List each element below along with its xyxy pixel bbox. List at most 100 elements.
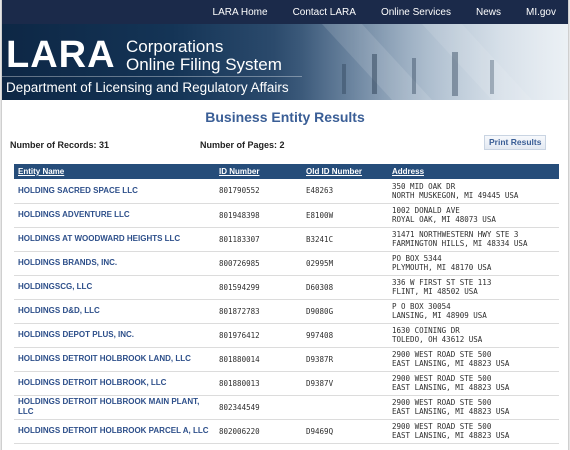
address-line-1: PO BOX 5344 <box>392 254 442 263</box>
address-line-2: EAST LANSING, MI 48823 USA <box>392 431 510 440</box>
id-number-cell: 801880014 <box>219 354 260 364</box>
entity-name-cell: HOLDINGS DEPOT PLUS, INC. <box>14 323 215 347</box>
table-row: HOLDINGS DEPOT PLUS, INC. 801976412 997408… <box>14 323 559 347</box>
address-line-2: LANSING, MI 48909 USA <box>392 311 487 320</box>
nav-online-services-link[interactable]: Online Services <box>381 7 451 18</box>
banner-department-name: Department of Licensing and Regulatory A… <box>6 80 289 95</box>
address-cell: 336 W FIRST ST STE 113 FLINT, MI 48502 US… <box>388 275 559 299</box>
table-row: HOLDINGS DETROIT HOLBROOK PARCEL A, LLC 8… <box>14 419 559 443</box>
id-number-cell: 801976412 <box>219 330 260 340</box>
old-id-number-cell: 997408 <box>306 330 334 340</box>
id-number-cell: 801790552 <box>219 186 260 196</box>
table-row: HOLDINGS AT WOODWARD HEIGHTS LLC 80118330… <box>14 227 559 251</box>
results-table-body: HOLDING SACRED SPACE LLC 801790552 E48263 3… <box>14 179 559 443</box>
entity-name-link[interactable]: HOLDINGSCG, LLC <box>18 282 92 291</box>
id-number-cell: 800726985 <box>219 258 260 268</box>
old-id-number-cell <box>302 395 388 419</box>
address-line-1: 2900 WEST ROAD STE 500 <box>392 374 492 383</box>
entity-name-cell: HOLDINGS DETROIT HOLBROOK, LLC <box>14 371 215 395</box>
address-line-1: 2900 WEST ROAD STE 500 <box>392 422 492 431</box>
old-id-number-cell: D9080G <box>306 306 334 316</box>
address-cell: PO BOX 5344 PLYMOUTH, MI 48170 USA <box>388 251 559 275</box>
id-number-cell: 801880013 <box>219 378 260 388</box>
banner-photo-decoration <box>302 24 568 100</box>
entity-name-link[interactable]: HOLDINGS DETROIT HOLBROOK PARCEL A, LLC <box>18 426 209 435</box>
old-id-number-cell: B3241C <box>306 234 334 244</box>
column-header-old-id-number[interactable]: Old ID Number <box>302 164 388 179</box>
entity-name-link[interactable]: HOLDINGS BRANDS, INC. <box>18 258 117 267</box>
address-line-1: 2900 WEST ROAD STE 500 <box>392 350 492 359</box>
address-line-2: PLYMOUTH, MI 48170 USA <box>392 263 492 272</box>
address-line-1: 350 MID OAK DR <box>392 181 456 191</box>
id-number-cell: 801948398 <box>219 210 260 220</box>
id-number-cell: 802006220 <box>219 426 260 436</box>
record-count: Number of Records: 31 <box>10 140 110 150</box>
address-line-2: FLINT, MI 48502 USA <box>392 287 478 296</box>
banner-title-corporations: Corporations <box>126 37 224 56</box>
entity-name-cell: HOLDINGS DETROIT HOLBROOK PARCEL A, LLC <box>14 419 215 443</box>
entity-name-link[interactable]: HOLDINGS DETROIT HOLBROOK MAIN PLANT, LL… <box>18 397 199 416</box>
entity-name-link[interactable]: HOLDINGS AT WOODWARD HEIGHTS LLC <box>18 234 180 243</box>
address-line-1: 31471 NORTHWESTERN HWY STE 3 <box>392 230 519 239</box>
print-results-button[interactable]: Print Results <box>484 135 547 150</box>
table-row: HOLDINGS D&D, LLC 801872783 D9080G P O BOX … <box>14 299 559 323</box>
nav-news-link[interactable]: News <box>476 7 501 18</box>
old-id-number-cell: D9387V <box>306 378 334 388</box>
table-row: HOLDINGS DETROIT HOLBROOK, LLC 801880013 D… <box>14 371 559 395</box>
address-line-2: TOLEDO, OH 43612 USA <box>392 335 483 344</box>
entity-name-link[interactable]: HOLDINGS DETROIT HOLBROOK, LLC <box>18 378 166 387</box>
nav-contact-lara-link[interactable]: Contact LARA <box>293 7 356 18</box>
address-line-2: FARMINGTON HILLS, MI 48334 USA <box>392 239 528 248</box>
entity-name-link[interactable]: HOLDINGS DEPOT PLUS, INC. <box>18 330 134 339</box>
address-cell: P O BOX 30054 LANSING, MI 48909 USA <box>388 299 559 323</box>
entity-name-cell: HOLDING SACRED SPACE LLC <box>14 179 215 203</box>
page-count: Number of Pages: 2 <box>200 140 285 150</box>
top-navigation: LARA Home Contact LARA Online Services N… <box>2 0 568 24</box>
entity-name-cell: HOLDINGS BRANDS, INC. <box>14 251 215 275</box>
column-header-entity-name[interactable]: Entity Name <box>14 164 215 179</box>
entity-name-link[interactable]: HOLDINGS D&D, LLC <box>18 306 100 315</box>
entity-name-link[interactable]: HOLDINGS ADVENTURE LLC <box>18 210 130 219</box>
table-row: HOLDINGSCG, LLC 801594299 D60308 336 W FIRS… <box>14 275 559 299</box>
nav-mi-gov-link[interactable]: MI.gov <box>526 7 556 18</box>
results-table-header: Entity Name ID Number Old ID Number Addr… <box>14 164 559 179</box>
entity-name-cell: HOLDINGS DETROIT HOLBROOK MAIN PLANT, LL… <box>14 395 215 419</box>
table-row: HOLDINGS BRANDS, INC. 800726985 02995M PO B… <box>14 251 559 275</box>
column-header-address[interactable]: Address <box>388 164 559 179</box>
address-cell: 31471 NORTHWESTERN HWY STE 3 FARMINGTON H… <box>388 227 559 251</box>
table-row: HOLDINGS DETROIT HOLBROOK MAIN PLANT, LL… <box>14 395 559 419</box>
address-cell: 1630 COINING DR TOLEDO, OH 43612 USA <box>388 323 559 347</box>
table-row: HOLDINGS ADVENTURE LLC 801948398 E8100W 100… <box>14 203 559 227</box>
address-cell: 2900 WEST ROAD STE 500 EAST LANSING, MI 4… <box>388 419 559 443</box>
page-title: Business Entity Results <box>205 109 365 125</box>
address-line-1: 336 W FIRST ST STE 113 <box>392 278 492 287</box>
address-line-2: EAST LANSING, MI 48823 USA <box>392 359 510 368</box>
header-banner: LARA Corporations Online Filing System D… <box>2 24 568 100</box>
address-line-2: EAST LANSING, MI 48823 USA <box>392 383 510 392</box>
id-number-cell: 801183307 <box>219 234 260 244</box>
table-row: HOLDING SACRED SPACE LLC 801790552 E48263 3… <box>14 179 559 203</box>
entity-name-cell: HOLDINGS ADVENTURE LLC <box>14 203 215 227</box>
entity-name-cell: HOLDINGS D&D, LLC <box>14 299 215 323</box>
old-id-number-cell: D9387R <box>306 354 334 364</box>
entity-name-link[interactable]: HOLDINGS DETROIT HOLBROOK LAND, LLC <box>18 354 191 363</box>
address-line-2: EAST LANSING, MI 48823 USA <box>392 407 510 416</box>
address-line-1: 1630 COINING DR <box>392 326 460 335</box>
old-id-number-cell: E48263 <box>306 186 334 196</box>
id-number-cell: 801594299 <box>219 282 260 292</box>
old-id-number-cell: D9469Q <box>306 426 334 436</box>
entity-name-cell: HOLDINGS AT WOODWARD HEIGHTS LLC <box>14 227 215 251</box>
address-cell: 2900 WEST ROAD STE 500 EAST LANSING, MI 4… <box>388 395 559 419</box>
column-header-id-number[interactable]: ID Number <box>215 164 302 179</box>
nav-lara-home-link[interactable]: LARA Home <box>213 7 268 18</box>
entity-name-link[interactable]: HOLDING SACRED SPACE LLC <box>18 186 138 195</box>
old-id-number-cell: 02995M <box>306 258 334 268</box>
banner-title-online-filing-system: Online Filing System <box>126 55 282 74</box>
address-line-2: ROYAL OAK, MI 48073 USA <box>392 215 496 224</box>
id-number-cell: 801872783 <box>219 306 260 316</box>
lara-logo[interactable]: LARA <box>6 36 116 74</box>
results-table: Entity Name ID Number Old ID Number Addr… <box>14 164 559 444</box>
address-line-2: NORTH MUSKEGON, MI 49445 USA <box>392 190 519 200</box>
entity-name-cell: HOLDINGSCG, LLC <box>14 275 215 299</box>
address-cell: 2900 WEST ROAD STE 500 EAST LANSING, MI 4… <box>388 371 559 395</box>
